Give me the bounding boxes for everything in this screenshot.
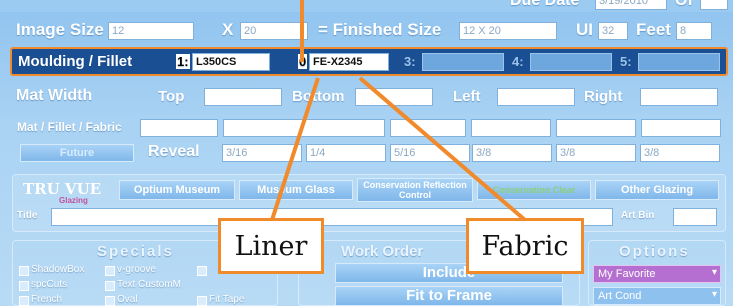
mat-bottom-label: Bottom	[292, 88, 345, 105]
moulding-bar: Moulding / Fillet 1: L350CS 0 FE-X2345 3…	[10, 47, 728, 76]
feet-field[interactable]: 8	[676, 22, 712, 40]
options-select-2[interactable]: Art Cond ▾	[593, 287, 721, 305]
image-size-row: Image Size 12 X 20 = Finished Size 12 X …	[0, 14, 733, 44]
conservation-clear-button[interactable]: Conservation Clear	[477, 180, 591, 200]
feet-label: Feet	[636, 20, 671, 39]
vgroove-checkbox[interactable]	[105, 266, 115, 276]
museum-glass-button[interactable]: Museum Glass	[239, 180, 353, 200]
fit-to-frame-button[interactable]: Fit to Frame	[335, 286, 563, 306]
mat-fabric-row: Mat / Fillet / Fabric	[0, 116, 733, 140]
moulding-slot-2-field[interactable]: FE-X2345	[309, 53, 389, 71]
reveal-field-2[interactable]: 1/4	[306, 144, 386, 162]
moulding-slot-4-num: 4:	[512, 54, 524, 69]
reveal-row: Future Reveal 3/16 1/4 5/16 3/8 3/8 3/8	[0, 141, 733, 165]
mat-fabric-field-2[interactable]	[223, 119, 385, 137]
textcustom-checkbox[interactable]	[105, 281, 115, 291]
tru-vue-logo-sub: Glazing	[59, 196, 88, 205]
french-label: French	[31, 294, 63, 305]
mat-fabric-label: Mat / Fillet / Fabric	[17, 120, 122, 134]
due-date-field[interactable]: 3/19/2010	[595, 0, 667, 10]
moulding-slot-1-num: 1:	[176, 54, 190, 69]
mat-top-field[interactable]	[204, 88, 282, 106]
moulding-slot-2-num: 0	[298, 54, 308, 69]
of-field[interactable]	[700, 0, 728, 10]
optium-museum-button[interactable]: Optium Museum	[119, 180, 235, 200]
conservation-reflection-button[interactable]: Conservation Reflection Control	[357, 178, 473, 202]
image-size-label: Image Size	[16, 20, 104, 39]
mat-fabric-field-3[interactable]	[390, 119, 466, 137]
art-bin-field[interactable]	[673, 208, 717, 226]
options-header: Options	[619, 243, 690, 260]
spccuts-checkbox[interactable]	[19, 281, 29, 291]
moulding-slot-3-num: 3:	[404, 54, 416, 69]
fabric-callout: Fabric	[466, 218, 584, 274]
ui-label: UI	[576, 20, 593, 39]
textcustom-label: Text CustomM	[117, 279, 181, 290]
mat-right-field[interactable]	[640, 88, 718, 106]
finished-size-label: = Finished Size	[318, 20, 442, 39]
mat-right-label: Right	[584, 88, 623, 105]
vgroove-label: v-groove	[117, 264, 156, 275]
other-glazing-button[interactable]: Other Glazing	[595, 180, 719, 200]
mat-top-label: Top	[158, 88, 185, 105]
x-label: X	[222, 20, 234, 39]
work-order-header: Work Order	[341, 243, 424, 260]
reveal-field-3[interactable]: 5/16	[390, 144, 470, 162]
finished-size-field[interactable]: 12 X 20	[459, 22, 557, 40]
glazing-panel: TRU VUE Glazing Optium Museum Museum Gla…	[12, 174, 726, 232]
of-label: Of	[675, 0, 693, 9]
future-button[interactable]: Future	[20, 144, 134, 162]
mat-width-label: Mat Width	[16, 87, 93, 104]
image-height-field[interactable]: 20	[240, 22, 308, 40]
chevron-down-icon: ▾	[711, 289, 717, 300]
fittape-label: Fit Tape	[209, 294, 245, 305]
moulding-slot-3-field[interactable]	[422, 53, 504, 71]
mat-fabric-field-6[interactable]	[641, 119, 721, 137]
french-checkbox[interactable]	[19, 296, 29, 306]
moulding-label: Moulding / Fillet	[18, 53, 133, 70]
image-width-field[interactable]: 12	[108, 22, 194, 40]
mat-bottom-field[interactable]	[355, 88, 433, 106]
special-3-checkbox[interactable]	[197, 266, 207, 276]
tru-vue-logo: TRU VUE Glazing	[23, 180, 119, 205]
spccuts-label: spcCuts	[31, 279, 68, 290]
shadowbox-checkbox[interactable]	[19, 266, 29, 276]
reveal-label: Reveal	[148, 143, 200, 160]
options-panel: Options My Favorite ▾ Art Cond ▾	[588, 240, 726, 306]
options-select-2-value: Art Cond	[598, 290, 642, 302]
title-label: Title	[17, 210, 38, 221]
liner-callout: Liner	[218, 218, 324, 274]
mat-width-row: Mat Width Top Bottom Left Right	[0, 84, 733, 110]
fittape-checkbox[interactable]	[197, 296, 207, 306]
options-select-1-value: My Favorite	[598, 268, 656, 280]
reveal-field-4[interactable]: 3/8	[472, 144, 552, 162]
moulding-slot-1-field[interactable]: L350CS	[192, 53, 270, 71]
mat-fabric-field-4[interactable]	[471, 119, 551, 137]
chevron-down-icon: ▾	[711, 267, 717, 278]
oval-checkbox[interactable]	[105, 296, 115, 306]
shadowbox-label: ShadowBox	[31, 264, 85, 275]
moulding-slot-5-field[interactable]	[638, 53, 720, 71]
top-strip: Due Date 3/19/2010 Of	[0, 0, 733, 12]
due-date-label: Due Date	[510, 0, 580, 9]
mat-fabric-field-1[interactable]	[140, 119, 218, 137]
reveal-field-1[interactable]: 3/16	[222, 144, 302, 162]
art-bin-label: Art Bin	[621, 210, 655, 221]
moulding-slot-5-num: 5:	[620, 54, 632, 69]
mat-left-field[interactable]	[497, 88, 575, 106]
specials-header: Specials	[97, 243, 174, 260]
mat-left-label: Left	[453, 88, 481, 105]
reveal-field-6[interactable]: 3/8	[640, 144, 720, 162]
oval-label: Oval	[117, 294, 138, 305]
mat-fabric-field-5[interactable]	[556, 119, 636, 137]
options-select-1[interactable]: My Favorite ▾	[593, 265, 721, 283]
moulding-slot-4-field[interactable]	[530, 53, 612, 71]
ui-field[interactable]: 32	[598, 22, 628, 40]
reveal-field-5[interactable]: 3/8	[556, 144, 636, 162]
